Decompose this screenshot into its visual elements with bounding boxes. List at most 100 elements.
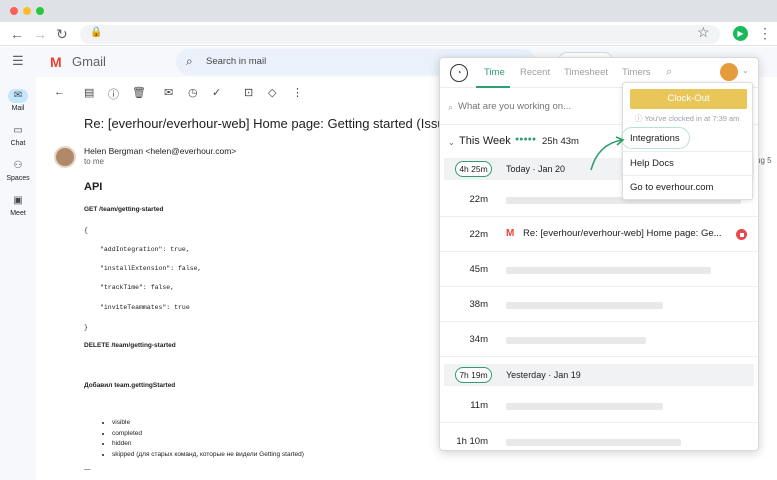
browser-menu-icon[interactable]: ⋮ — [758, 25, 772, 42]
rail-label-mail: Mail — [11, 105, 25, 112]
email-line-added: Добавил team.gettingStarted — [84, 382, 176, 389]
back-icon[interactable]: ← — [54, 86, 65, 98]
close-window-icon[interactable] — [10, 7, 18, 15]
menu-item-help-docs[interactable]: Help Docs — [623, 151, 754, 174]
entry-duration[interactable]: 22m — [440, 194, 488, 205]
email-recipient[interactable]: to me — [84, 157, 104, 166]
report-spam-icon[interactable]: ⓘ — [108, 86, 119, 102]
window-titlebar — [0, 0, 777, 22]
entry-placeholder-bar — [506, 439, 681, 446]
rail-item-meet[interactable]: ▣ Meet — [0, 194, 36, 217]
email-line-code: "addIntegration": true, — [100, 246, 190, 253]
day-name: Yesterday — [506, 370, 546, 380]
day-date: Jan 20 — [538, 164, 566, 174]
menu-item-label[interactable]: Go to everhour.com — [630, 182, 713, 193]
menu-item-go-to-everhour[interactable]: Go to everhour.com — [623, 175, 754, 198]
search-placeholder: Search in mail — [206, 56, 267, 67]
lock-icon: 🔒 — [90, 27, 103, 38]
menu-item-integrations[interactable]: Integrations — [621, 127, 754, 150]
rail-item-mail[interactable]: ✉ Mail — [0, 89, 36, 112]
minimize-window-icon[interactable] — [23, 7, 31, 15]
entry-duration[interactable]: 38m — [440, 299, 488, 310]
browser-toolbar: ← → ↻ 🔒 ☆ ▶ ⋮ — [0, 22, 777, 46]
day-label: Today · Jan 20 — [506, 164, 566, 174]
info-icon: ⓘ — [635, 114, 643, 123]
add-task-icon[interactable]: ✓ — [212, 86, 221, 99]
gmail-logo-text: Gmail — [72, 54, 106, 69]
clock-out-button[interactable]: Clock-Out — [630, 89, 747, 109]
list-item: skipped (для старых команд, которые не в… — [112, 450, 304, 461]
time-entry-running[interactable]: 22m M Re: [everhour/everhour-web] Home p… — [440, 217, 758, 252]
day-header-yesterday[interactable]: 7h 19m Yesterday · Jan 19 — [444, 364, 754, 386]
address-bar[interactable]: 🔒 — [80, 25, 720, 44]
tab-time[interactable]: Time — [484, 67, 505, 78]
entry-duration[interactable]: 22m — [440, 229, 488, 240]
rail-label-meet: Meet — [10, 210, 26, 217]
more-options-icon[interactable]: ⋮ — [292, 86, 303, 99]
rail-label-spaces: Spaces — [6, 175, 30, 182]
time-entry[interactable]: 38m — [440, 287, 758, 322]
email-sender[interactable]: Helen Bergman <helen@everhour.com> — [84, 146, 236, 156]
search-icon[interactable]: ⌕ — [666, 66, 672, 79]
email-line-brace-open: { — [84, 227, 88, 234]
meet-icon: ▣ — [13, 195, 23, 206]
main-menu-icon[interactable]: ☰ — [12, 53, 24, 69]
menu-item-label[interactable]: Integrations — [630, 133, 680, 144]
time-entry[interactable]: 11m — [440, 388, 758, 423]
gmail-left-rail: ✉ Mail ▭ Chat ⚇ Spaces ▣ Meet — [0, 47, 36, 480]
rail-label-chat: Chat — [10, 140, 26, 147]
tab-timers[interactable]: Timers — [622, 67, 651, 78]
chevron-down-icon[interactable]: ⌄ — [448, 138, 455, 147]
rail-item-spaces[interactable]: ⚇ Spaces — [0, 159, 36, 182]
search-icon[interactable]: ⌕ — [186, 54, 193, 69]
menu-item-label[interactable]: Help Docs — [630, 158, 674, 169]
entry-duration[interactable]: 45m — [440, 264, 488, 275]
email-subject: Re: [everhour/everhour-web] Home page: G… — [84, 116, 470, 131]
avatar[interactable] — [720, 63, 738, 81]
day-name: Today — [506, 164, 531, 174]
entry-title[interactable]: Re: [everhour/everhour-web] Home page: G… — [523, 228, 722, 239]
bookmark-star-icon[interactable]: ☆ — [697, 24, 710, 41]
clock-in-note: ⓘ You've clocked in at 7:39 am — [635, 113, 739, 124]
entry-placeholder-bar — [506, 302, 663, 309]
snooze-icon[interactable]: ◷ — [188, 86, 198, 99]
move-to-icon[interactable]: ⊡ — [244, 86, 253, 99]
week-label[interactable]: This Week — [459, 135, 511, 147]
tab-timesheet[interactable]: Timesheet — [564, 67, 608, 78]
email-line-code: "installExtension": false, — [100, 265, 202, 272]
reload-icon[interactable]: ↻ — [56, 25, 68, 43]
day-date: Jan 19 — [553, 370, 581, 380]
pointer-arrow-icon — [590, 136, 625, 171]
entry-duration[interactable]: 34m — [440, 334, 488, 345]
spaces-icon: ⚇ — [13, 160, 23, 171]
active-tab-indicator — [476, 86, 510, 88]
tab-recent[interactable]: Recent — [520, 67, 550, 78]
time-entry[interactable]: 45m — [440, 252, 758, 287]
time-entry[interactable]: 34m — [440, 322, 758, 357]
everhour-logo-icon[interactable]: ◔ — [450, 64, 468, 82]
delete-icon[interactable]: 🗑 — [132, 86, 146, 99]
mark-unread-icon[interactable]: ✉ — [164, 86, 173, 99]
everhour-extension-icon[interactable]: ▶ — [733, 26, 748, 41]
forward-arrow-icon[interactable]: → — [33, 25, 47, 43]
stop-timer-icon[interactable] — [736, 229, 747, 240]
gmail-logo-icon[interactable]: M — [50, 54, 62, 70]
avatar[interactable] — [54, 146, 76, 168]
day-total-pill: 4h 25m — [455, 161, 492, 177]
day-label: Yesterday · Jan 19 — [506, 370, 581, 380]
clock-in-note-text: You've clocked in at 7:39 am — [644, 114, 740, 123]
chevron-down-icon[interactable]: ⌄ — [742, 66, 749, 75]
rail-item-chat[interactable]: ▭ Chat — [0, 124, 36, 147]
task-search-input[interactable] — [458, 101, 618, 112]
day-total-pill: 7h 19m — [455, 367, 492, 383]
archive-icon[interactable]: ▤ — [84, 86, 94, 99]
entry-placeholder-bar — [506, 403, 663, 410]
entry-duration[interactable]: 11m — [440, 400, 488, 411]
maximize-window-icon[interactable] — [36, 7, 44, 15]
entry-duration[interactable]: 1h 10m — [440, 436, 488, 447]
user-dropdown-menu: Clock-Out ⓘ You've clocked in at 7:39 am… — [621, 82, 754, 200]
time-entry[interactable]: 1h 10m — [440, 424, 758, 450]
back-arrow-icon[interactable]: ← — [10, 25, 24, 43]
week-progress-dots: ●●●●● — [515, 136, 537, 143]
label-icon[interactable]: ◇ — [268, 86, 276, 99]
